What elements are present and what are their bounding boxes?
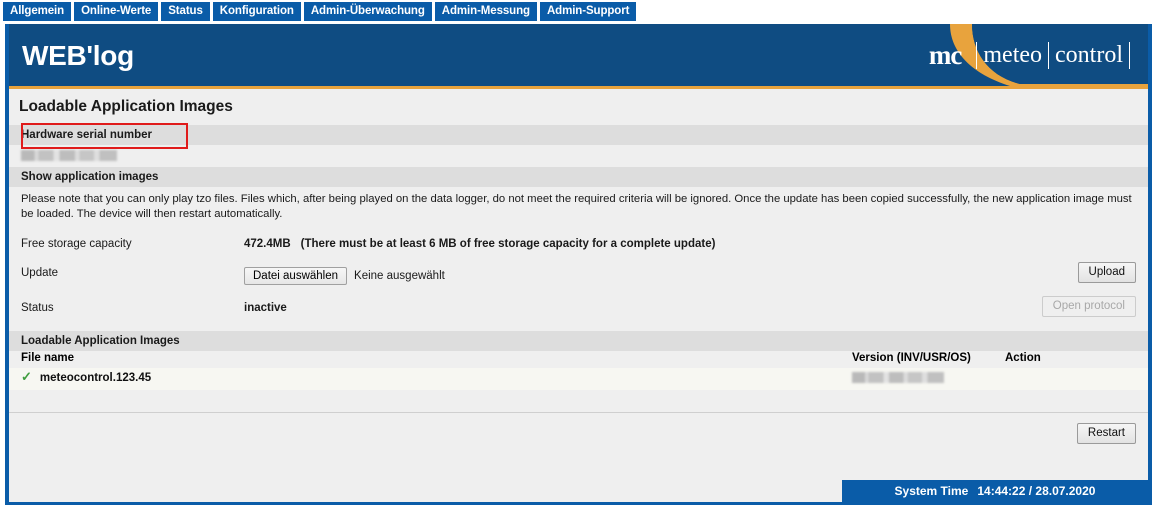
nav-tab-admin-support[interactable]: Admin-Support bbox=[539, 2, 637, 21]
nav-tab-admin-uberwachung[interactable]: Admin-Überwachung bbox=[303, 2, 432, 21]
logo-mark: mc bbox=[928, 40, 962, 70]
logo-divider-icon bbox=[1048, 42, 1050, 69]
restart-button[interactable]: Restart bbox=[1076, 423, 1136, 444]
image-file-name: meteocontrol.123.45 bbox=[39, 372, 152, 384]
free-storage-note: (There must be at least 6 MB of free sto… bbox=[300, 238, 716, 250]
logo-divider-icon bbox=[976, 42, 978, 69]
check-icon: ✓ bbox=[21, 369, 32, 384]
logo-divider-icon bbox=[1129, 42, 1130, 69]
choose-file-button[interactable]: Datei auswählen bbox=[244, 267, 348, 285]
column-header-action: Action bbox=[1005, 352, 1041, 364]
page-content: Loadable Application Images Hardware ser… bbox=[9, 89, 1148, 502]
system-time-footer: System Time 14:44:22 / 28.07.2020 bbox=[842, 480, 1148, 502]
selected-file-name: Keine ausgewählt bbox=[354, 270, 445, 282]
system-time-value: 14:44:22 / 28.07.2020 bbox=[977, 484, 1096, 498]
restart-row: Restart bbox=[9, 413, 1148, 451]
section-header-loadable-application-images: Loadable Application Images bbox=[9, 331, 1148, 351]
column-header-version: Version (INV/USR/OS) bbox=[852, 352, 971, 364]
system-time-label: System Time bbox=[894, 484, 969, 498]
update-label: Update bbox=[21, 267, 59, 279]
table-header-row: File name Version (INV/USR/OS) Action bbox=[9, 351, 1148, 368]
free-storage-row: Free storage capacity 472.4MB (There must … bbox=[9, 229, 1148, 259]
meteocontrol-logo: mc meteo control bbox=[929, 40, 1136, 71]
nav-tab-status[interactable]: Status bbox=[161, 2, 210, 21]
logo-word-meteo: meteo bbox=[983, 42, 1043, 68]
nav-tab-allgemein[interactable]: Allgemein bbox=[3, 2, 72, 21]
open-protocol-button[interactable]: Open protocol bbox=[1041, 296, 1136, 317]
status-value: inactive bbox=[244, 302, 287, 314]
status-row: Status inactive Open protocol bbox=[9, 293, 1148, 323]
content-heading: Loadable Application Images bbox=[19, 98, 233, 115]
table-row[interactable]: ✓ meteocontrol.123.45 bbox=[9, 368, 1148, 390]
column-header-file-name: File name bbox=[21, 352, 75, 364]
hardware-serial-value-row bbox=[9, 145, 1148, 167]
main-navigation: Allgemein Online-Werte Status Konfigurat… bbox=[0, 2, 637, 21]
free-storage-label: Free storage capacity bbox=[21, 238, 132, 250]
free-storage-value: 472.4MB bbox=[244, 238, 291, 250]
redacted-version-value bbox=[852, 369, 944, 387]
app-banner: WEB'log mc meteo control bbox=[9, 24, 1148, 86]
page-title: WEB'log bbox=[22, 40, 134, 71]
redacted-serial-number bbox=[21, 150, 117, 162]
page-bottom-border bbox=[5, 502, 1152, 505]
show-application-images-description: Please note that you can only play tzo f… bbox=[21, 193, 1132, 220]
section-header-show-application-images: Show application images bbox=[9, 167, 1148, 187]
upload-button[interactable]: Upload bbox=[1077, 262, 1136, 283]
nav-tab-admin-messung[interactable]: Admin-Messung bbox=[434, 2, 537, 21]
nav-tab-online-werte[interactable]: Online-Werte bbox=[74, 2, 159, 21]
logo-word-control: control bbox=[1055, 42, 1123, 68]
update-row: Update Datei auswählen Keine ausgewählt Up… bbox=[9, 259, 1148, 293]
page-frame: WEB'log mc meteo control Loadable Applic… bbox=[5, 24, 1152, 502]
nav-tab-konfiguration[interactable]: Konfiguration bbox=[212, 2, 301, 21]
section-header-hardware-serial: Hardware serial number bbox=[9, 125, 1148, 145]
status-label: Status bbox=[21, 302, 54, 314]
